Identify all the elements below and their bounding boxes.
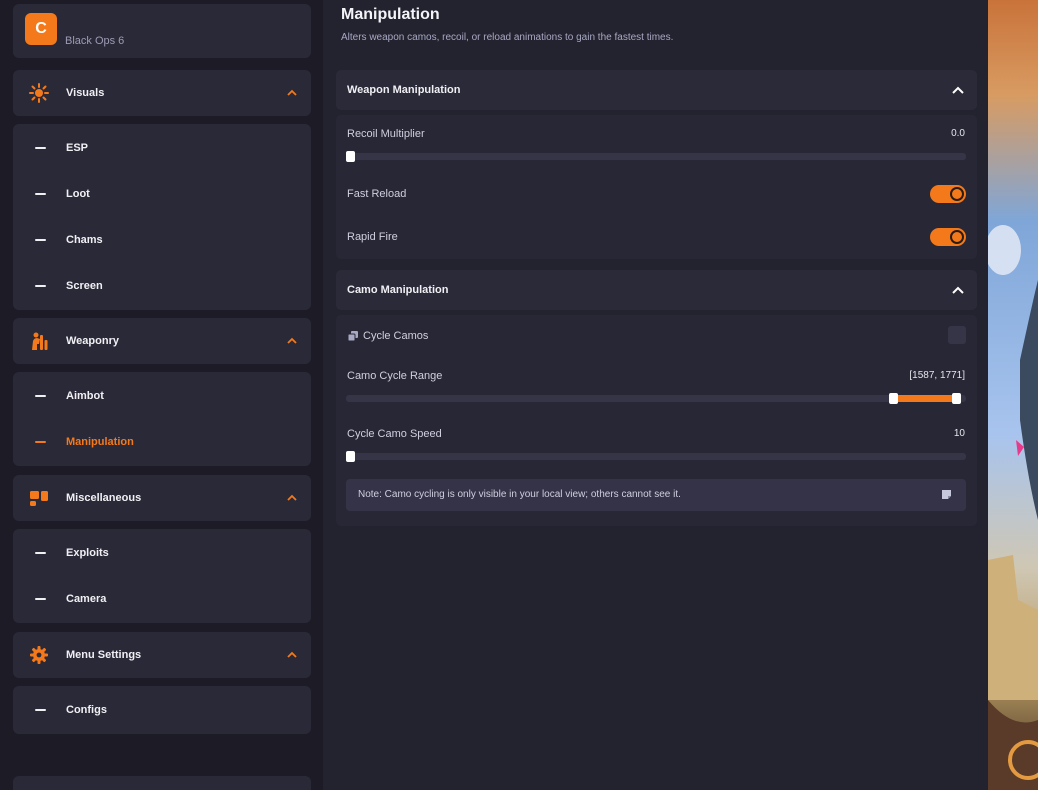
sidebar-item-label: Camera <box>66 593 107 605</box>
category-label: Visuals <box>66 87 105 99</box>
recoil-multiplier-label: Recoil Multiplier <box>347 128 425 140</box>
slider-thumb[interactable] <box>346 451 355 462</box>
sidebar-item-camera[interactable]: Camera <box>13 576 311 622</box>
recoil-multiplier-slider[interactable] <box>346 151 966 162</box>
sidebar-item-manipulation[interactable]: Manipulation <box>13 419 311 465</box>
category-menu-settings-items: Configs <box>13 686 311 734</box>
miscellaneous-icon <box>30 491 48 506</box>
visuals-icon <box>29 83 49 103</box>
recoil-multiplier-value: 0.0 <box>951 128 965 139</box>
toggle-knob <box>950 230 964 244</box>
sidebar-item-label: Exploits <box>66 547 109 559</box>
section-header-camo-manipulation[interactable]: Camo Manipulation <box>336 270 977 310</box>
sidebar-item-aimbot[interactable]: Aimbot <box>13 373 311 419</box>
rapid-fire-label: Rapid Fire <box>347 231 398 243</box>
camo-note: Note: Camo cycling is only visible in yo… <box>346 479 966 511</box>
category-miscellaneous-items: Exploits Camera <box>13 529 311 623</box>
category-menu-settings[interactable]: Menu Settings <box>13 632 311 678</box>
sidebar-footer <box>13 776 311 790</box>
fast-reload-toggle[interactable] <box>930 185 966 203</box>
sidebar-item-chams[interactable]: Chams <box>13 217 311 263</box>
cycle-camos-checkbox[interactable] <box>948 326 966 344</box>
cycle-camo-speed-value: 10 <box>953 428 965 439</box>
category-label: Miscellaneous <box>66 492 142 504</box>
cycle-camo-speed-slider[interactable] <box>346 451 966 462</box>
sidebar-item-label: Chams <box>66 234 103 246</box>
dash-icon <box>35 395 46 397</box>
chevron-up-icon <box>287 651 297 658</box>
slider-range-fill <box>889 395 961 402</box>
dash-icon <box>35 147 46 149</box>
brand-name: Black Ops 6 <box>65 35 125 47</box>
fast-reload-label: Fast Reload <box>347 188 407 200</box>
copy-icon <box>347 331 358 342</box>
note-icon <box>942 490 951 499</box>
sidebar-item-esp[interactable]: ESP <box>13 125 311 171</box>
sidebar-item-exploits[interactable]: Exploits <box>13 530 311 576</box>
page-title: Manipulation <box>341 6 440 23</box>
sidebar-item-label: Aimbot <box>66 390 104 402</box>
camo-cycle-range-label: Camo Cycle Range <box>347 370 443 382</box>
dash-icon <box>35 598 46 600</box>
sidebar-item-loot[interactable]: Loot <box>13 171 311 217</box>
sidebar-item-label: ESP <box>66 142 89 154</box>
dash-icon <box>35 552 46 554</box>
sidebar: C Black Ops 6 Visuals ESP Loot Chams Scr… <box>0 0 323 790</box>
dash-icon <box>35 239 46 241</box>
game-background <box>988 0 1038 790</box>
cycle-camo-speed-label: Cycle Camo Speed <box>347 428 442 440</box>
category-visuals-items: ESP Loot Chams Screen <box>13 124 311 310</box>
chevron-up-icon <box>287 89 297 96</box>
rapid-fire-toggle[interactable] <box>930 228 966 246</box>
sidebar-item-label: Configs <box>66 704 107 716</box>
dash-icon <box>35 193 46 195</box>
main-panel: Manipulation Alters weapon camos, recoil… <box>323 0 988 790</box>
slider-thumb-high[interactable] <box>952 393 961 404</box>
section-body-camo-manipulation: Cycle Camos Camo Cycle Range [1587, 1771… <box>336 315 977 526</box>
slider-thumb-low[interactable] <box>889 393 898 404</box>
category-miscellaneous[interactable]: Miscellaneous <box>13 475 311 521</box>
section-header-weapon-manipulation[interactable]: Weapon Manipulation <box>336 70 977 110</box>
weaponry-icon <box>32 332 48 350</box>
page-description: Alters weapon camos, recoil, or reload a… <box>341 32 674 43</box>
brand-header: C Black Ops 6 <box>13 4 311 58</box>
sidebar-item-label: Loot <box>66 188 90 200</box>
note-text: Note: Camo cycling is only visible in yo… <box>358 489 681 500</box>
category-label: Weaponry <box>66 335 119 347</box>
section-body-weapon-manipulation: Recoil Multiplier 0.0 Fast Reload Rapid … <box>336 115 977 259</box>
category-label: Menu Settings <box>66 649 142 661</box>
sidebar-item-configs[interactable]: Configs <box>13 687 311 733</box>
brand-logo: C <box>25 13 57 45</box>
slider-thumb[interactable] <box>346 151 355 162</box>
dash-icon <box>35 285 46 287</box>
sidebar-item-screen[interactable]: Screen <box>13 263 311 309</box>
section-title: Camo Manipulation <box>347 284 449 296</box>
chevron-up-icon <box>287 494 297 501</box>
gear-icon <box>30 646 48 664</box>
section-title: Weapon Manipulation <box>347 84 461 96</box>
sidebar-item-label: Screen <box>66 280 103 292</box>
category-weaponry-items: Aimbot Manipulation <box>13 372 311 466</box>
camo-cycle-range-value: [1587, 1771] <box>909 370 965 381</box>
chevron-up-icon[interactable] <box>951 83 965 97</box>
camo-cycle-range-slider[interactable] <box>346 393 966 404</box>
category-weaponry[interactable]: Weaponry <box>13 318 311 364</box>
category-visuals[interactable]: Visuals <box>13 70 311 116</box>
chevron-up-icon[interactable] <box>951 283 965 297</box>
toggle-knob <box>950 187 964 201</box>
cycle-camos-label: Cycle Camos <box>363 330 429 342</box>
sidebar-item-label: Manipulation <box>66 436 134 448</box>
dash-icon <box>35 709 46 711</box>
chevron-up-icon <box>287 337 297 344</box>
dash-icon <box>35 441 46 443</box>
